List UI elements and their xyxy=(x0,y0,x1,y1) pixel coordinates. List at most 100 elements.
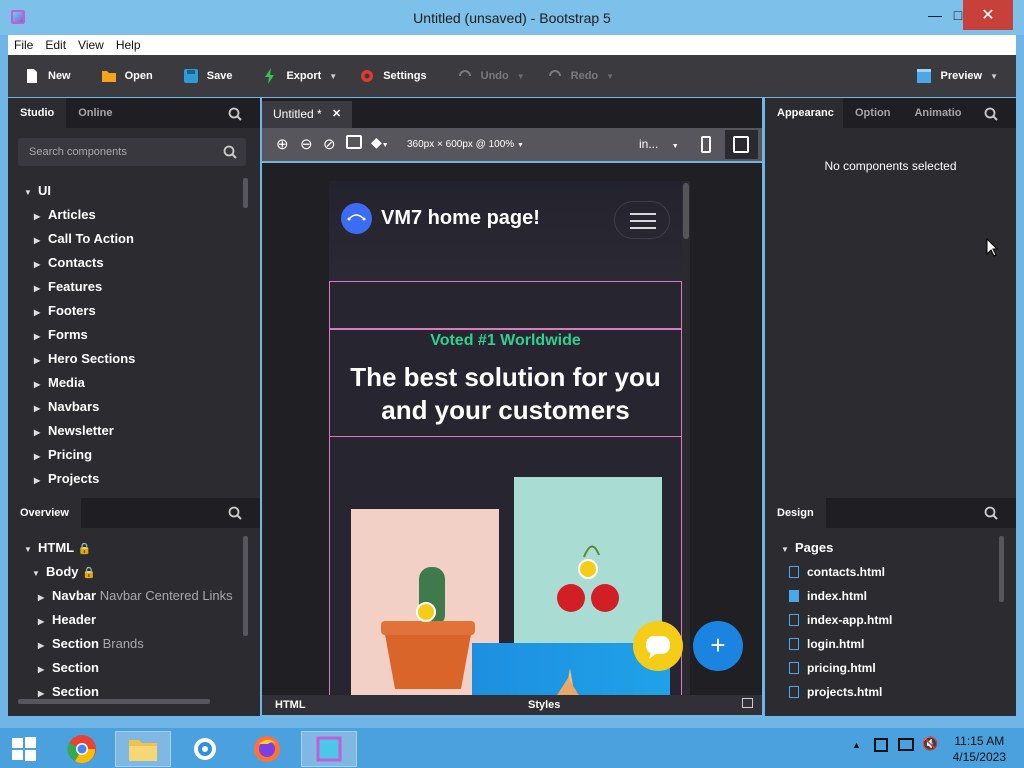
settings-button[interactable]: Settings xyxy=(351,63,434,89)
volume-muted-icon[interactable]: 🔇 xyxy=(922,736,938,752)
clapperboard-icon xyxy=(917,69,932,83)
category-articles[interactable]: ▶ Articles xyxy=(34,204,96,226)
tab-animation[interactable]: Animatio xyxy=(902,98,974,128)
overview-scrollbar[interactable] xyxy=(243,536,248,636)
tab-options[interactable]: Option xyxy=(843,98,902,128)
overview-item-html[interactable]: ▼ HTML 🔒 xyxy=(24,537,91,559)
start-button[interactable] xyxy=(0,731,48,767)
caret-right-icon: ▶ xyxy=(34,284,41,293)
tab-styles[interactable]: Styles xyxy=(528,699,560,711)
chevron-down-icon: ▼ xyxy=(329,71,338,81)
menu-file[interactable]: File xyxy=(8,38,39,52)
close-tab-icon[interactable]: ✕ xyxy=(332,101,341,128)
category-navbars[interactable]: ▶ Navbars xyxy=(34,396,99,418)
properties-tabs: Appearanc Option Animatio xyxy=(765,98,1016,128)
tablet-view-icon[interactable] xyxy=(725,130,758,159)
page-contacts[interactable]: contacts.html xyxy=(789,561,885,583)
system-clock[interactable]: 11:15 AM 4/15/2023 xyxy=(953,733,1006,765)
category-projects[interactable]: ▶ Projects xyxy=(34,468,99,490)
caret-down-icon: ▼ xyxy=(781,545,789,554)
network-icon[interactable] xyxy=(898,738,914,751)
insert-dropdown[interactable]: in... ▼ xyxy=(639,137,679,151)
menu-view[interactable]: View xyxy=(72,38,110,52)
category-contacts[interactable]: ▶ Contacts xyxy=(34,252,104,274)
category-features[interactable]: ▶ Features xyxy=(34,276,102,298)
device-preview[interactable]: VM7 home page! Voted #1 Worldwide The be… xyxy=(329,181,682,695)
search-icon[interactable] xyxy=(984,506,998,520)
reset-zoom-icon[interactable]: ⊘ xyxy=(323,135,336,153)
undo-button[interactable]: Undo ▼ xyxy=(449,63,533,89)
viewport-size[interactable]: 360px × 600px @ 100% ▼ xyxy=(407,139,524,150)
caret-right-icon: ▶ xyxy=(38,593,45,602)
save-button[interactable]: Save xyxy=(175,63,241,89)
selected-section-outline xyxy=(329,281,682,329)
tab-appearance[interactable]: Appearanc xyxy=(765,98,843,128)
search-icon[interactable] xyxy=(228,107,242,121)
caret-down-icon: ▼ xyxy=(24,188,32,197)
hamburger-menu-icon[interactable] xyxy=(614,201,670,239)
page-index-app[interactable]: index-app.html xyxy=(789,609,892,631)
redo-button[interactable]: Redo ▼ xyxy=(539,63,622,89)
tab-design[interactable]: Design xyxy=(765,498,826,528)
category-media[interactable]: ▶ Media xyxy=(34,372,85,394)
tab-online[interactable]: Online xyxy=(66,98,124,128)
tab-untitled[interactable]: Untitled * ✕ xyxy=(262,101,352,128)
caret-right-icon: ▶ xyxy=(34,476,41,485)
tab-studio[interactable]: Studio xyxy=(8,98,67,128)
search-icon[interactable] xyxy=(984,107,998,121)
tab-overview[interactable]: Overview xyxy=(8,498,81,528)
overview-item-section[interactable]: ▶ Section xyxy=(38,657,99,679)
tab-html[interactable]: HTML xyxy=(275,699,306,711)
pages-folder[interactable]: ▼ Pages xyxy=(781,537,833,559)
action-center-flag-icon[interactable] xyxy=(874,738,888,752)
preview-button[interactable]: Preview ▼ xyxy=(908,63,1006,89)
page-projects[interactable]: projects.html xyxy=(789,681,882,703)
zoom-in-icon[interactable]: ⊕ xyxy=(276,135,289,153)
file-icon xyxy=(789,686,799,698)
bootstrap-studio-taskbar-button[interactable] xyxy=(301,731,357,767)
overview-item-navbar[interactable]: ▶ Navbar Navbar Centered Links xyxy=(38,585,233,607)
fit-icon[interactable] xyxy=(346,135,362,149)
category-pricing[interactable]: ▶ Pricing xyxy=(34,444,92,466)
search-icon[interactable] xyxy=(228,506,242,520)
close-button[interactable]: ✕ xyxy=(963,0,1013,30)
category-call-to-action[interactable]: ▶ Call To Action xyxy=(34,228,134,250)
export-button[interactable]: Export ▼ xyxy=(254,63,345,89)
zoom-out-icon[interactable]: ⊖ xyxy=(300,135,313,153)
firefox-taskbar-button[interactable] xyxy=(239,731,295,767)
category-footers[interactable]: ▶ Footers xyxy=(34,300,96,322)
page-index[interactable]: index.html xyxy=(789,585,867,607)
add-button[interactable]: + xyxy=(693,621,743,671)
phone-view-icon[interactable] xyxy=(701,136,711,153)
show-hidden-icons-icon[interactable]: ▲ xyxy=(852,740,861,750)
studio-scrollbar[interactable] xyxy=(243,178,248,208)
component-search-input[interactable]: Search components xyxy=(18,138,246,166)
overview-item-section-brands[interactable]: ▶ Section Brands xyxy=(38,633,144,655)
overview-hscrollbar[interactable] xyxy=(18,699,210,704)
page-pricing[interactable]: pricing.html xyxy=(789,657,876,679)
overview-item-body[interactable]: ▼ Body 🔒 xyxy=(32,561,96,583)
new-button[interactable]: New xyxy=(16,63,79,89)
menu-help[interactable]: Help xyxy=(110,38,147,52)
detach-icon[interactable] xyxy=(742,698,753,708)
layers-icon[interactable]: ◆▼ xyxy=(371,134,389,151)
caret-right-icon: ▶ xyxy=(34,212,41,221)
category-hero-sections[interactable]: ▶ Hero Sections xyxy=(34,348,135,370)
chat-bubble-icon xyxy=(646,636,670,659)
canvas-scrollbar[interactable] xyxy=(682,181,690,695)
search-placeholder: Search components xyxy=(29,146,127,158)
preview-navbar[interactable]: VM7 home page! xyxy=(329,181,682,281)
category-newsletter[interactable]: ▶ Newsletter xyxy=(34,420,114,442)
chrome-taskbar-button[interactable] xyxy=(54,731,110,767)
category-forms[interactable]: ▶ Forms xyxy=(34,324,88,346)
file-explorer-taskbar-button[interactable] xyxy=(115,731,171,767)
chat-button[interactable] xyxy=(633,621,683,671)
overview-item-header[interactable]: ▶ Header xyxy=(38,609,96,631)
menu-edit[interactable]: Edit xyxy=(39,38,72,52)
tree-ui-root[interactable]: ▼ UI xyxy=(24,180,51,202)
file-icon xyxy=(789,638,799,650)
settings-taskbar-button[interactable] xyxy=(177,731,233,767)
page-login[interactable]: login.html xyxy=(789,633,864,655)
open-button[interactable]: Open xyxy=(93,63,161,89)
design-scrollbar[interactable] xyxy=(999,536,1004,602)
